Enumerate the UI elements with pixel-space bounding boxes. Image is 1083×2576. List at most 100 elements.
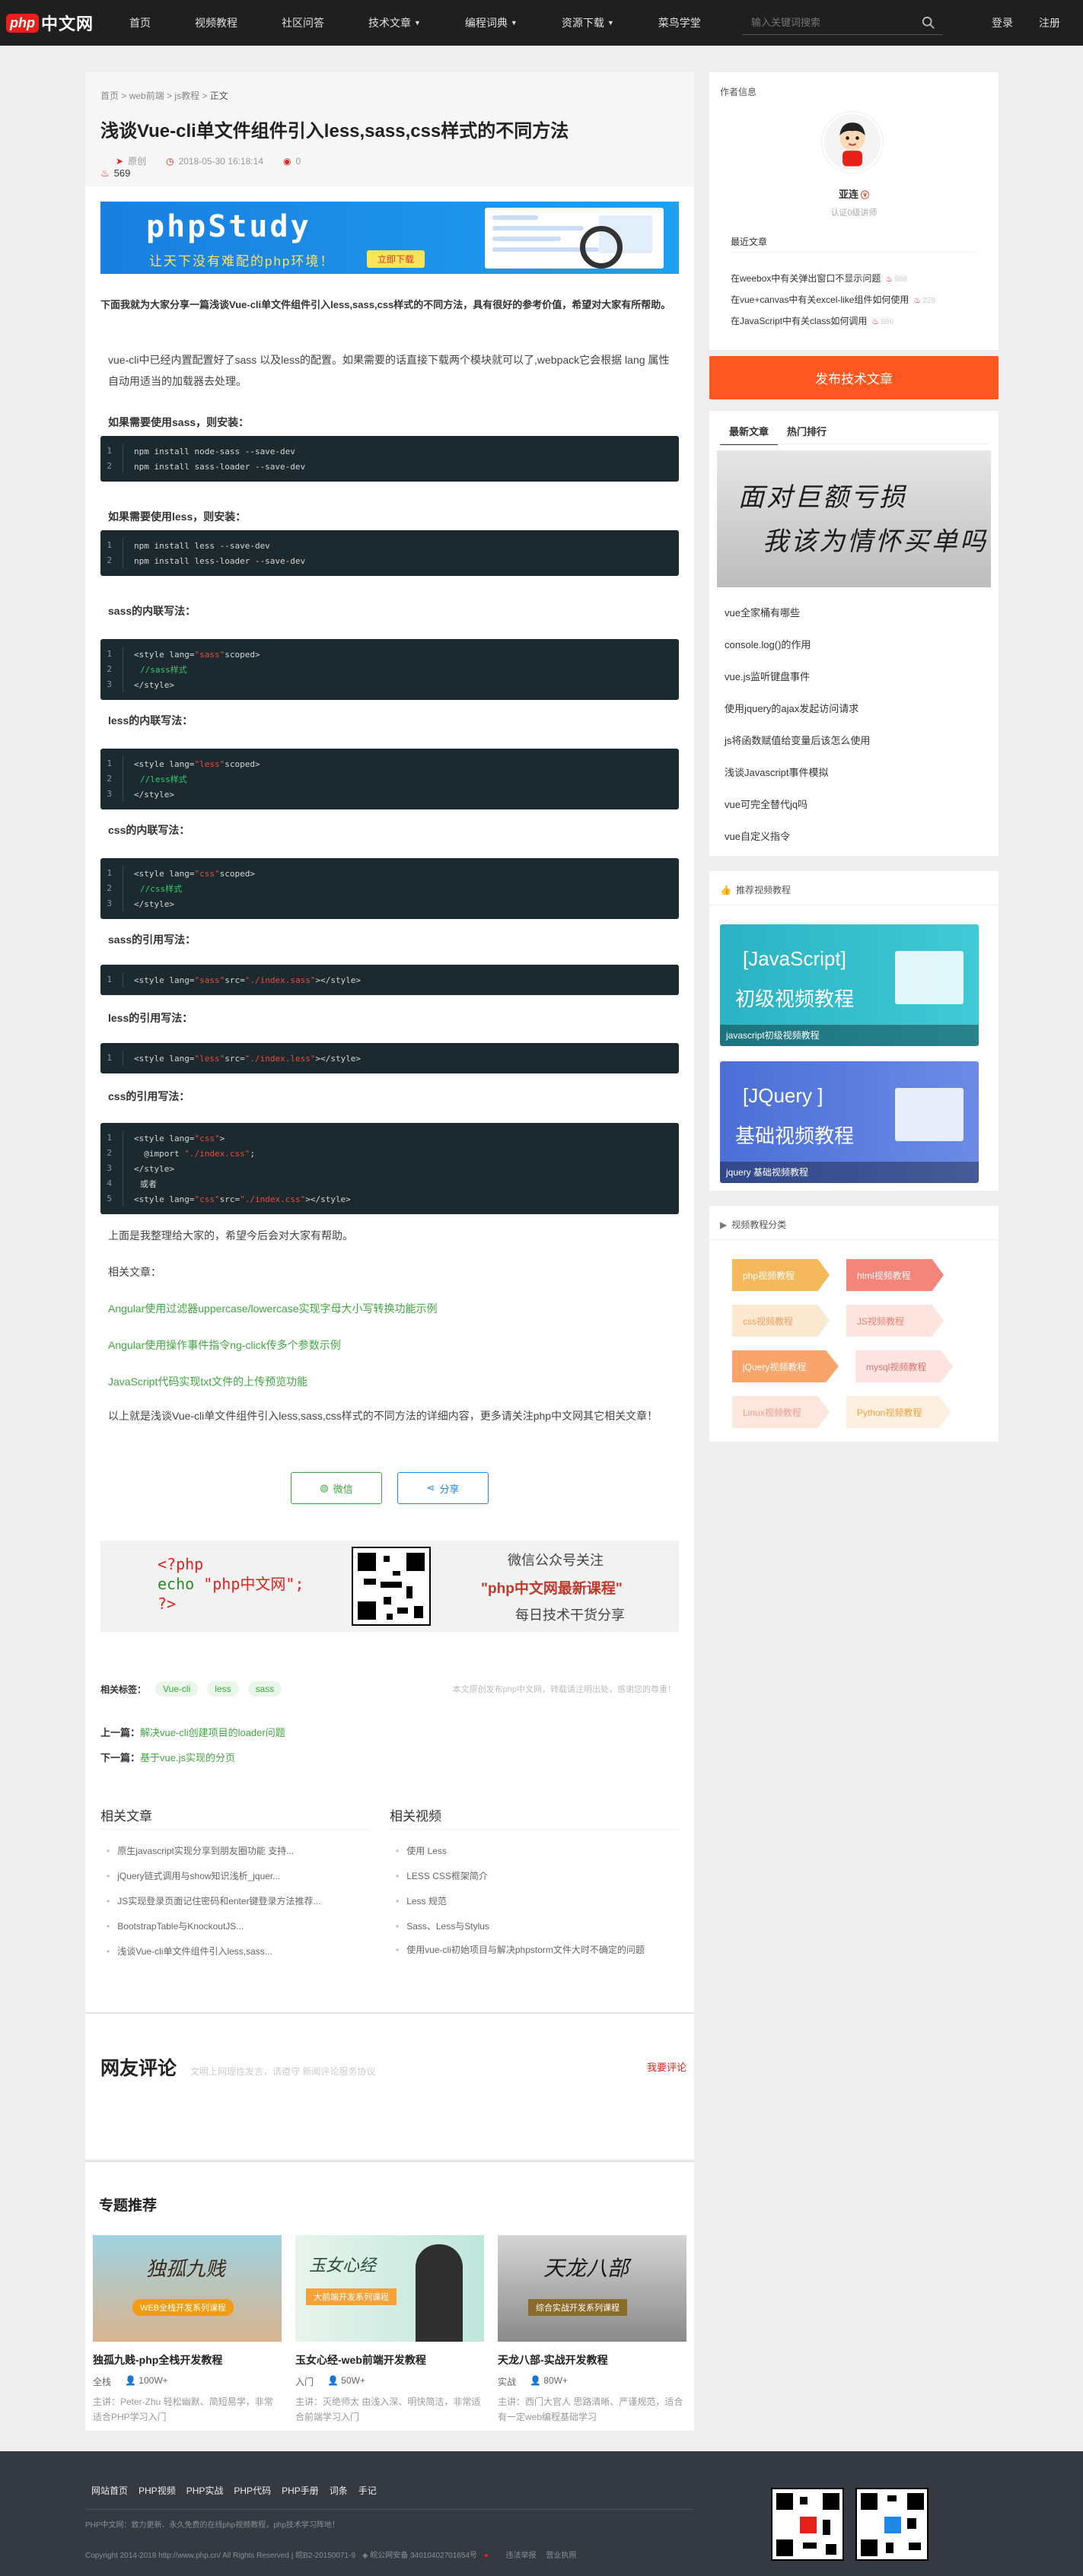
footer-link[interactable]: 手记 [358, 2484, 377, 2497]
breadcrumb-js[interactable]: js教程 [174, 91, 199, 101]
auth-links: 登录 注册 [992, 15, 1060, 30]
related-link[interactable]: Angular使用过滤器uppercase/lowercase实现字母大小写转换… [108, 1301, 438, 1316]
categories-header: ▶ 视频教程分类 [720, 1218, 786, 1231]
wechat-share-button[interactable]: ◍ 微信 [291, 1472, 382, 1504]
list-item[interactable]: 浅谈Javascript事件模拟 [725, 757, 870, 789]
video-card[interactable]: [JavaScript] 初级视频教程 javascript初级视频教程 [720, 924, 979, 1046]
tab-hot[interactable]: 热门排行 [778, 418, 836, 445]
topic-desc: 主讲：西门大官人 思路清晰、严谨规范，适合有一定web编程基础学习 [498, 2396, 683, 2422]
publish-article-button[interactable]: 发布技术文章 [709, 356, 999, 399]
topic-card[interactable]: 玉女心经 大前端开发系列课程 玉女心经-web前端开发教程 入门 👤 50W+ 主… [295, 2235, 484, 2425]
nav-videos[interactable]: 视频教程 [195, 15, 237, 30]
calligraphy-banner[interactable]: 面对巨额亏损 我该为情怀买单吗 [717, 450, 991, 587]
list-item[interactable]: 使用jquery的ajax发起访问请求 [725, 693, 870, 725]
footer-link[interactable]: 网站首页 [91, 2484, 128, 2497]
code-string: "css" [194, 868, 220, 879]
banner-download-button[interactable]: 立即下载 [367, 250, 425, 268]
list-item[interactable]: 在JavaScript中有关class如何调用 ♨ 886 [731, 311, 935, 332]
latest-articles-card: 最新文章 热门排行 面对巨额亏损 我该为情怀买单吗 vue全家桶有哪些 cons… [709, 411, 999, 856]
favorite-count[interactable]: ♨ 569 [100, 167, 679, 180]
list-item[interactable]: jQuery链式调用与show知识浅析_jquer... [107, 1864, 365, 1889]
breadcrumb-home[interactable]: 首页 [100, 91, 119, 101]
heading-less-ref: less的引用写法： [108, 1012, 193, 1024]
prev-link[interactable]: 解决vue-cli创建项目的loader问题 [140, 1727, 285, 1738]
code-token: <style lang= [134, 1194, 195, 1204]
footer-link[interactable]: PHP代码 [234, 2484, 271, 2497]
list-item[interactable]: Sass、Less与Stylus [396, 1914, 679, 1939]
write-comment-link[interactable]: 我要评论 [647, 2059, 686, 2074]
php-string: "php中文网"; [203, 1575, 304, 1593]
related-link[interactable]: JavaScript代码实现txt文件的上传预览功能 [108, 1374, 307, 1389]
logo-php: php [6, 13, 39, 33]
category-tag[interactable]: css视频教程 [732, 1305, 830, 1337]
share-button[interactable]: ⋖ 分享 [397, 1472, 489, 1504]
category-tag[interactable]: php视频教程 [732, 1259, 830, 1291]
list-item[interactable]: console.log()的作用 [725, 629, 870, 661]
site-logo[interactable]: php 中文网 [6, 11, 94, 35]
list-item[interactable]: JS实现登录页面记住密码和enter键登录方法推荐... [107, 1889, 365, 1914]
code-block-install-less: 1 npm install less --save-dev 2 npm instal… [100, 530, 679, 576]
heading-install-sass: 如果需要使用sass，则安装： [108, 416, 250, 428]
tag[interactable]: Vue-cli [155, 1681, 199, 1697]
code-token: 或者 [140, 1179, 157, 1189]
category-tag[interactable]: Linux视频教程 [732, 1396, 830, 1428]
list-item[interactable]: 在weebox中有关弹出窗口不显示问题 ♨ 988 [731, 269, 935, 290]
category-tag[interactable]: Python视频教程 [846, 1396, 951, 1428]
list-item[interactable]: vue可完全替代jq吗 [725, 789, 870, 821]
nav-downloads[interactable]: 资源下载 ▼ [562, 15, 614, 30]
list-item[interactable]: LESS CSS框架简介 [396, 1864, 679, 1889]
nav-home[interactable]: 首页 [129, 15, 151, 30]
list-item[interactable]: Less 规范 [396, 1889, 679, 1914]
topic-card[interactable]: 独孤九贱 WEB全栈开发系列课程 独孤九贱-php全栈开发教程 全栈 👤 100W… [93, 2235, 282, 2425]
latest-articles-list: vue全家桶有哪些 console.log()的作用 vue.js监听键盘事件 … [725, 597, 870, 853]
category-tag[interactable]: JS视频教程 [846, 1305, 944, 1337]
tag[interactable]: sass [247, 1681, 282, 1697]
topic-name: 天龙八部-实战开发教程 [498, 2354, 608, 2366]
related-link[interactable]: Angular使用操作事件指令ng-click传多个参数示例 [108, 1337, 341, 1353]
footer-link[interactable]: PHP视频 [139, 2484, 176, 2497]
topic-desc: 主讲：灭绝师太 由浅入深、明快简洁，非常适合前端学习入门 [295, 2396, 481, 2422]
footer-link[interactable]: 词条 [330, 2484, 348, 2497]
nav-dictionary[interactable]: 编程词典 ▼ [465, 15, 518, 30]
list-item[interactable]: 原生javascript实现分享到朋友圈功能 支持... [107, 1839, 365, 1864]
footer-link[interactable]: PHP实战 [186, 2484, 224, 2497]
article-tabs: 最新文章 热门排行 [720, 418, 836, 445]
nav-articles[interactable]: 技术文章 ▼ [368, 15, 421, 30]
tag[interactable]: less [207, 1681, 239, 1697]
list-item[interactable]: 使用 Less [396, 1839, 679, 1864]
wechat-qr-banner: <?php echo "php中文网"; ?> 微信公众号关注 "php中文网最… [100, 1541, 679, 1632]
category-tag[interactable]: mysql视频教程 [855, 1350, 953, 1382]
category-tag[interactable]: html视频教程 [846, 1259, 944, 1291]
topic-image: 玉女心经 大前端开发系列课程 [295, 2235, 484, 2342]
footer-link[interactable]: PHP手册 [282, 2484, 319, 2497]
nav-school[interactable]: 菜鸟学堂 [658, 15, 701, 30]
list-item[interactable]: BootstrapTable与KnockoutJS... [107, 1914, 365, 1939]
tab-latest[interactable]: 最新文章 [720, 418, 779, 445]
summary-paragraph: 以上就是浅谈Vue-cli单文件组件引入less,sass,css样式的不同方法… [108, 1410, 658, 1422]
search-icon[interactable] [922, 16, 935, 30]
topic-card[interactable]: 天龙八部 综合实战开发系列课程 天龙八部-实战开发教程 实战 👤 80W+ 主讲：… [498, 2235, 686, 2425]
category-tag[interactable]: jQuery视频教程 [732, 1350, 839, 1382]
php-open-tag: <?php [158, 1555, 204, 1573]
next-link[interactable]: 基于vue.js实现的分页 [140, 1752, 235, 1763]
search-input[interactable] [742, 17, 909, 28]
register-link[interactable]: 注册 [1039, 15, 1060, 30]
list-item[interactable]: js将函数赋值给变量后该怎么使用 [725, 725, 870, 757]
code-token: scoped> [225, 758, 260, 769]
report-link[interactable]: 违法举报 [506, 2552, 537, 2560]
list-item[interactable]: vue.js监听键盘事件 [725, 661, 870, 693]
list-item[interactable]: 在vue+canvas中有关excel-like组件如何使用 ♨ 228 [731, 290, 935, 311]
avatar[interactable] [822, 112, 883, 173]
breadcrumb-web[interactable]: web前端 [129, 91, 164, 101]
list-item[interactable]: 使用vue-cli初始项目与解决phpstorm文件大时不确定的问题 [396, 1939, 679, 1961]
list-item[interactable]: vue全家桶有哪些 [725, 597, 870, 629]
php-code-snippet: <?php echo "php中文网"; ?> [158, 1554, 304, 1614]
list-item[interactable]: 浅谈Vue-cli单文件组件引入less,sass... [107, 1939, 365, 1964]
code-string: "less" [194, 758, 225, 769]
video-card[interactable]: [JQuery ] 基础视频教程 jquery 基础视频教程 [720, 1061, 979, 1183]
phpstudy-banner[interactable]: phpStudy 让天下没有难配的php环境！ 立即下载 [100, 202, 679, 274]
login-link[interactable]: 登录 [992, 15, 1013, 30]
nav-qa[interactable]: 社区问答 [282, 15, 324, 30]
list-item[interactable]: vue自定义指令 [725, 821, 870, 853]
license-link[interactable]: 营业执照 [546, 2552, 576, 2560]
